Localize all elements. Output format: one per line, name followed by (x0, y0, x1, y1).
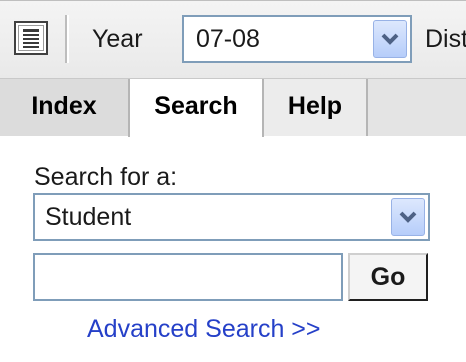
chevron-down-icon (399, 211, 417, 223)
panel-toggle-icon[interactable] (14, 21, 48, 55)
search-for-label: Search for a: (34, 163, 178, 191)
year-dropdown-button[interactable] (373, 20, 407, 58)
tab-index[interactable]: Index (0, 79, 128, 136)
tab-bar: Index Search Help (0, 78, 466, 137)
top-toolbar: Year 07-08 District (0, 0, 466, 78)
tab-help[interactable]: Help (264, 79, 368, 136)
year-select[interactable]: 07-08 (182, 15, 412, 63)
advanced-search-link[interactable]: Advanced Search >> (87, 315, 321, 344)
tab-search[interactable]: Search (128, 79, 264, 137)
go-button[interactable]: Go (348, 253, 428, 301)
search-input[interactable] (33, 253, 343, 301)
chevron-down-icon (381, 33, 399, 45)
student-search-page: Year 07-08 District Index Search Help Se… (0, 0, 466, 362)
search-type-dropdown-button[interactable] (391, 198, 425, 236)
search-type-select[interactable]: Student (33, 193, 430, 241)
search-type-value: Student (45, 203, 132, 231)
district-label: District (425, 25, 466, 53)
year-label: Year (92, 25, 143, 53)
year-select-value: 07-08 (196, 25, 260, 53)
toolbar-separator (65, 15, 69, 63)
